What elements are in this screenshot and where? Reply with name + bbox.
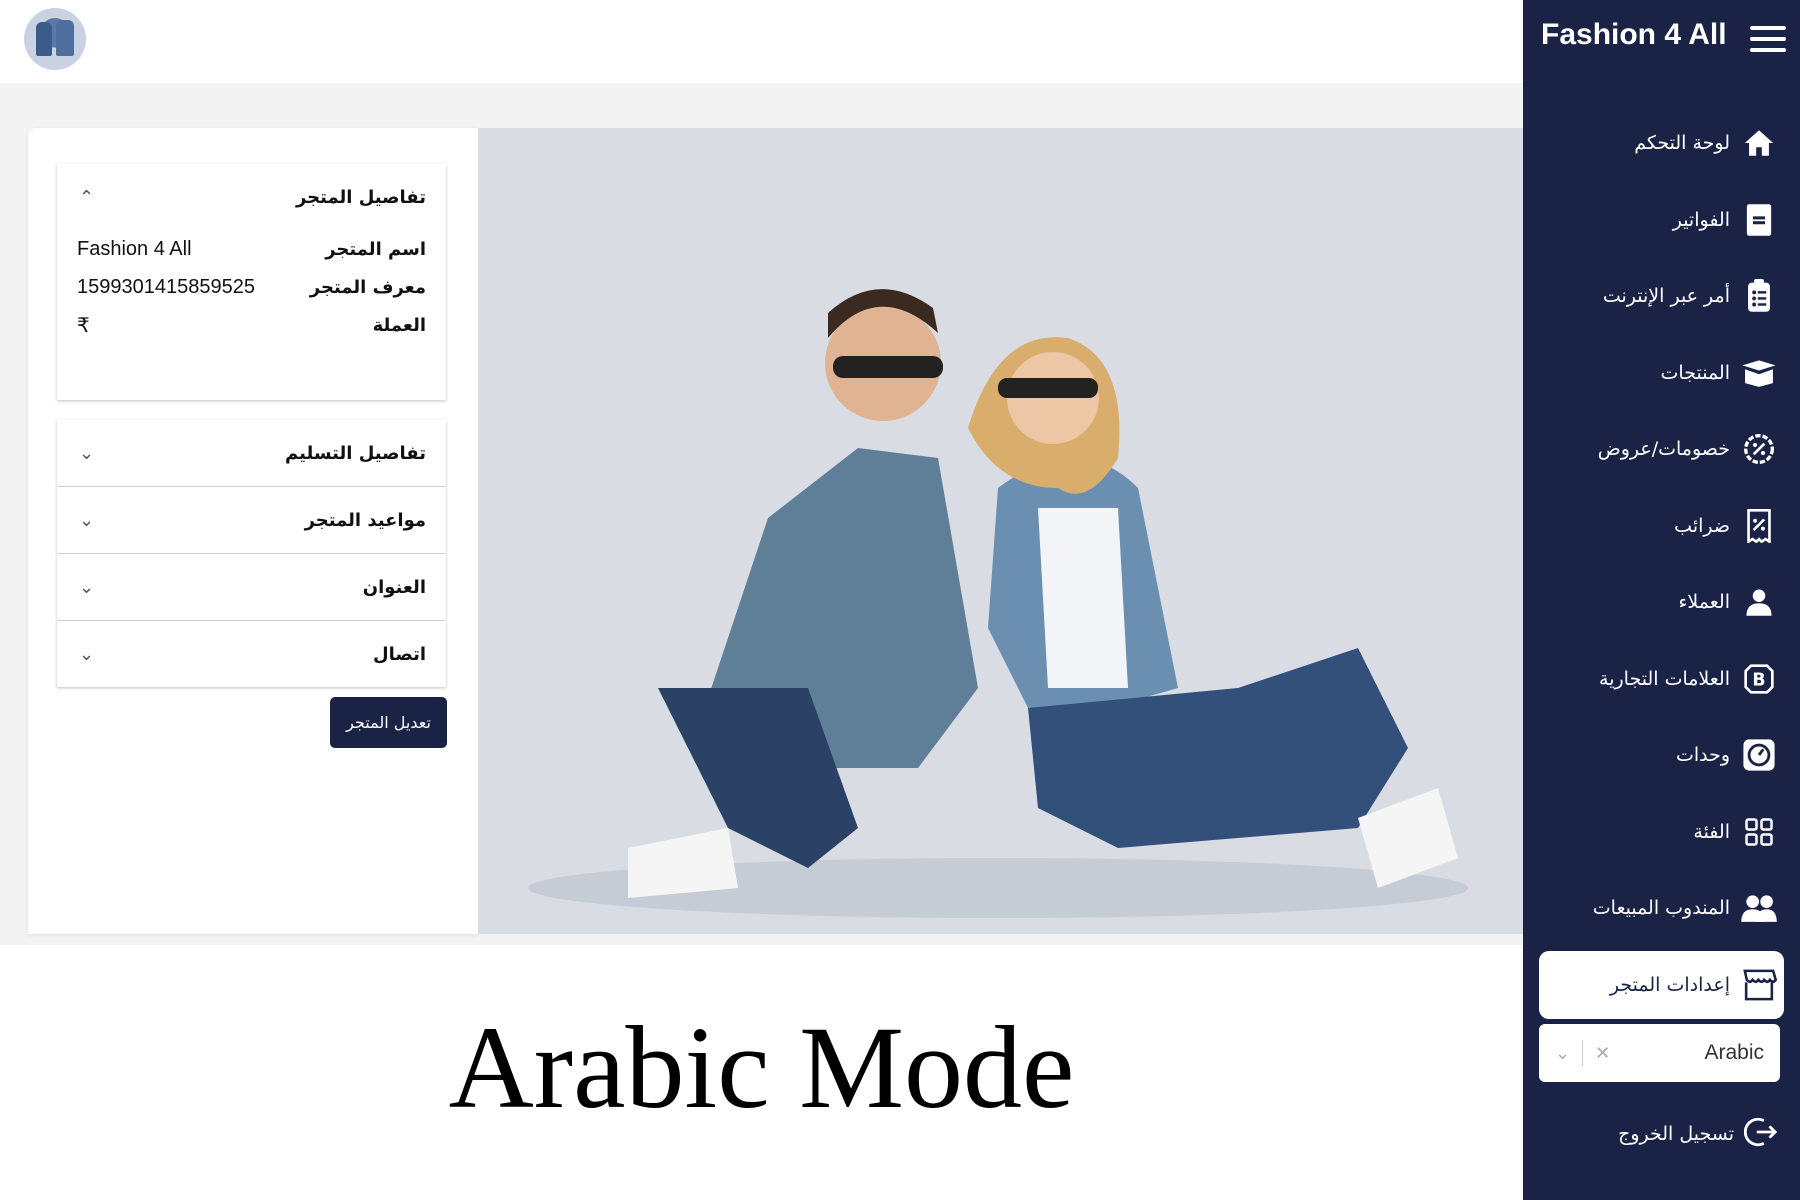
store-icon [1740, 966, 1778, 1004]
select-separator [1582, 1040, 1584, 1066]
chevron-down-icon: ⌄ [79, 442, 95, 464]
avatar-figure-1 [36, 22, 52, 56]
sidebar-item-category[interactable]: الفئة [1523, 794, 1800, 871]
store-details-panel: ⌃ تفاصيل المتجر Fashion 4 All اسم المتجر… [57, 164, 446, 400]
chevron-down-icon[interactable]: ⌄ [1555, 1043, 1570, 1064]
sidebar-item-dashboard[interactable]: لوحة التحكم [1523, 105, 1800, 182]
brand-icon: B [1740, 660, 1778, 698]
store-hours-title: مواعيد المتجر [304, 509, 426, 531]
sidebar-item-customers[interactable]: العملاء [1523, 564, 1800, 641]
home-icon [1740, 124, 1778, 162]
sidebar-item-label: المنتجات [1660, 361, 1730, 384]
delivery-details-header[interactable]: ⌄ تفاصيل التسليم [57, 420, 446, 486]
store-id-label: معرف المتجر [309, 276, 426, 298]
sidebar-item-label: العلامات التجارية [1599, 667, 1730, 690]
sidebar-item-label: خصومات/عروض [1597, 438, 1730, 461]
sidebar-item-taxes[interactable]: ضرائب [1523, 488, 1800, 565]
language-select[interactable]: ⌄ ✕ Arabic [1539, 1024, 1780, 1082]
category-grid-icon [1740, 813, 1778, 851]
clear-icon[interactable]: ✕ [1595, 1043, 1610, 1064]
sidebar-item-products[interactable]: المنتجات [1523, 335, 1800, 412]
sidebar-item-online-order[interactable]: أمر عبر الإنترنت [1523, 258, 1800, 335]
logout-icon [1743, 1115, 1778, 1153]
contact-title: اتصال [372, 643, 426, 665]
sidebar-item-discounts[interactable]: خصومات/عروض [1523, 411, 1800, 488]
sidebar-item-brands[interactable]: العلامات التجارية B [1523, 641, 1800, 718]
logout-button[interactable]: تسجيل الخروج [1618, 1115, 1778, 1153]
detail-row-store-name: Fashion 4 All اسم المتجر [57, 230, 446, 268]
chevron-down-icon: ⌄ [79, 509, 95, 531]
sidebar-item-label: وحدات [1675, 744, 1730, 767]
clipboard-icon [1740, 277, 1778, 315]
store-hours-panel[interactable]: ⌄ مواعيد المتجر [57, 487, 446, 553]
logout-label: تسجيل الخروج [1618, 1123, 1734, 1145]
store-settings-card: ⌃ تفاصيل المتجر Fashion 4 All اسم المتجر… [28, 128, 478, 934]
hamburger-menu-icon[interactable] [1750, 26, 1786, 56]
sidebar-item-label: الفواتير [1672, 208, 1730, 231]
sidebar-item-label: المندوب المبيعات [1592, 897, 1730, 920]
sidebar-item-units[interactable]: وحدات [1523, 717, 1800, 794]
delivery-details-title: تفاصيل التسليم [285, 442, 426, 464]
avatar[interactable] [24, 8, 86, 70]
store-name-label: اسم المتجر [325, 238, 426, 260]
fashion-models-illustration [528, 289, 1468, 918]
chevron-up-icon: ⌃ [79, 186, 95, 208]
box-icon [1740, 354, 1778, 392]
chevron-down-icon: ⌄ [79, 643, 95, 665]
user-icon [1740, 583, 1778, 621]
brand-title: Fashion 4 All [1541, 18, 1727, 51]
store-name-value: Fashion 4 All [77, 237, 192, 260]
contact-header[interactable]: ⌄ اتصال [57, 621, 446, 687]
store-details-title: تفاصيل المتجر [295, 186, 426, 208]
discount-icon [1740, 430, 1778, 468]
sidebar-item-label: الفئة [1693, 820, 1730, 843]
top-bar [0, 0, 1523, 83]
edit-store-button[interactable]: تعديل المتجر [330, 697, 447, 748]
svg-text:B: B [1752, 670, 1765, 690]
units-icon [1740, 736, 1778, 774]
sidebar-item-label: أمر عبر الإنترنت [1602, 285, 1730, 308]
detail-row-currency: ₹ العملة [57, 306, 446, 344]
sidebar-nav: لوحة التحكم الفواتير أمر عبر الإنترنت ال… [1523, 105, 1800, 1023]
sidebar-item-label: لوحة التحكم [1634, 132, 1730, 155]
language-value: Arabic [1704, 1041, 1764, 1064]
sidebar-item-store-settings[interactable]: إعدادات المتجر [1539, 950, 1784, 1019]
sidebar-item-invoices[interactable]: الفواتير [1523, 182, 1800, 259]
currency-value: ₹ [77, 314, 90, 337]
store-banner-image [478, 128, 1523, 934]
sidebar-item-label: العملاء [1678, 591, 1731, 614]
delivery-details-panel[interactable]: ⌄ تفاصيل التسليم [57, 420, 446, 486]
invoice-icon [1740, 201, 1778, 239]
chevron-down-icon: ⌄ [79, 576, 95, 598]
sidebar-item-label: ضرائب [1674, 514, 1730, 537]
address-header[interactable]: ⌄ العنوان [57, 554, 446, 620]
avatar-figure-2 [56, 20, 74, 56]
tax-receipt-icon [1740, 507, 1778, 545]
users-icon [1740, 889, 1778, 927]
sidebar: Fashion 4 All لوحة التحكم الفواتير أمر ع… [1523, 0, 1800, 1200]
address-title: العنوان [362, 576, 426, 598]
store-hours-header[interactable]: ⌄ مواعيد المتجر [57, 487, 446, 553]
address-panel[interactable]: ⌄ العنوان [57, 554, 446, 620]
store-details-header[interactable]: ⌃ تفاصيل المتجر [57, 164, 446, 230]
contact-panel[interactable]: ⌄ اتصال [57, 621, 446, 687]
caption-text: Arabic Mode [448, 1002, 1075, 1133]
sidebar-item-label: إعدادات المتجر [1609, 973, 1730, 996]
store-id-value: 1599301415859525 [77, 275, 255, 298]
detail-row-store-id: 1599301415859525 معرف المتجر [57, 268, 446, 306]
currency-label: العملة [372, 314, 426, 336]
sidebar-item-sales-rep[interactable]: المندوب المبيعات [1523, 870, 1800, 947]
